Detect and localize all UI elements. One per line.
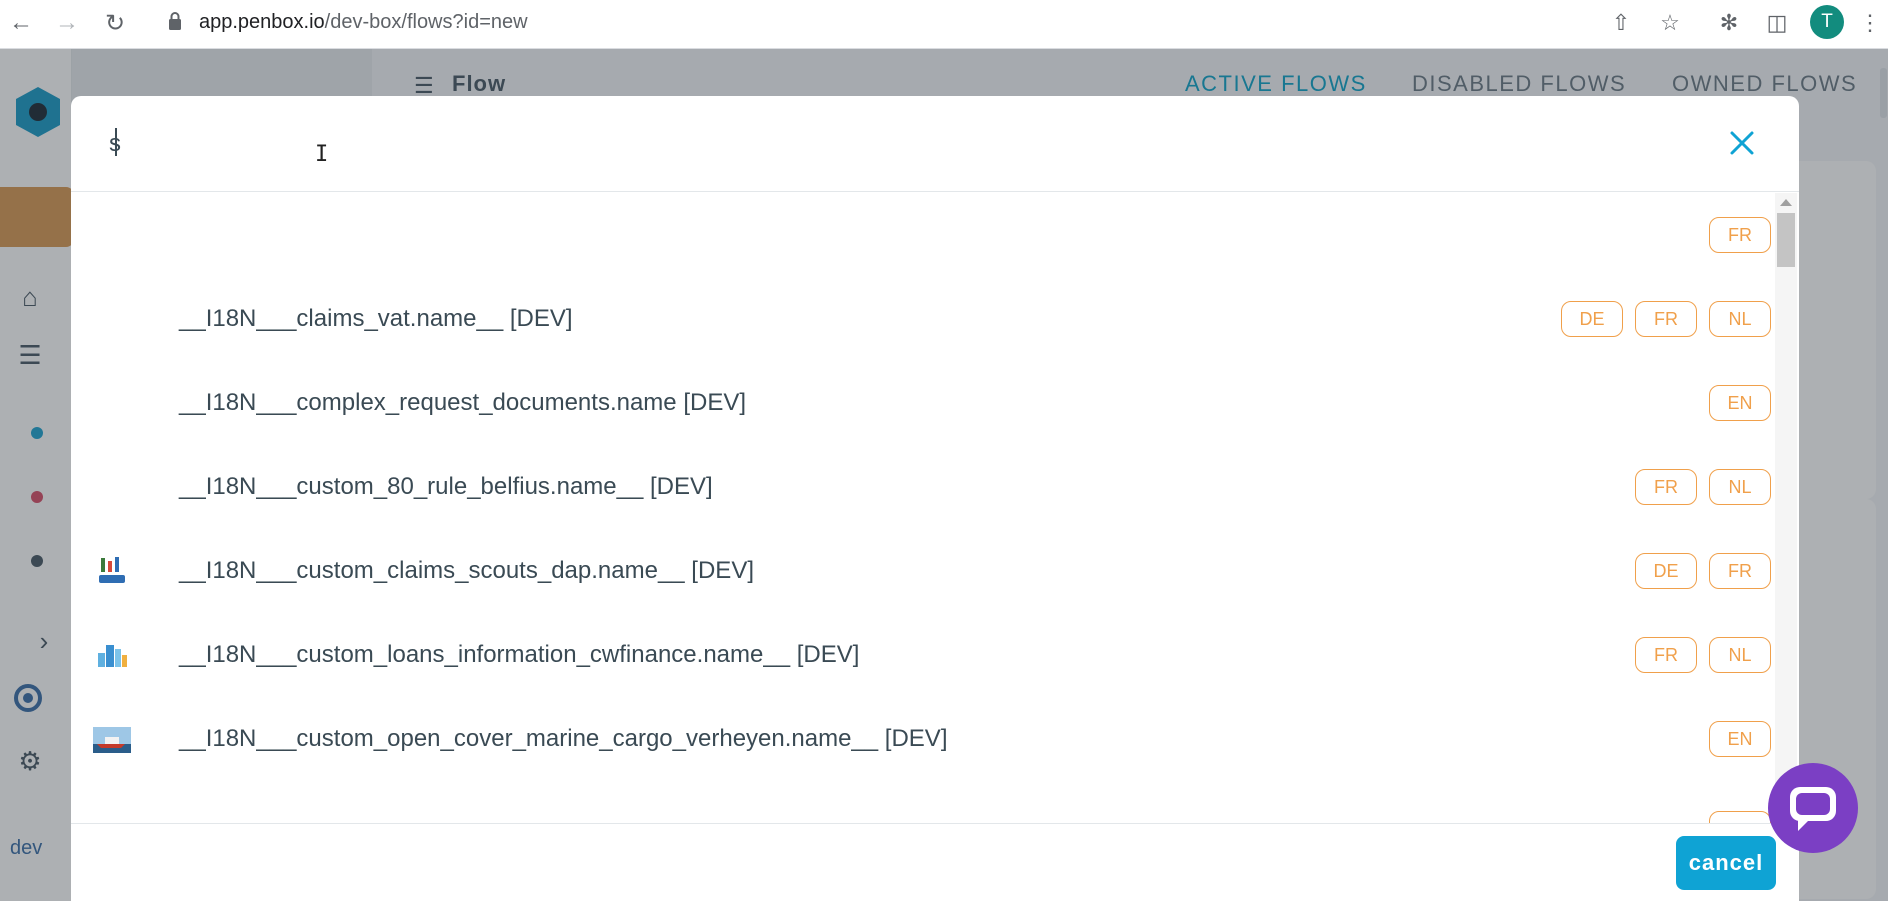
url-host: app.penbox.io [199, 11, 325, 33]
list-item[interactable]: __I18N___custom_open_cover_marine_cargo_… [71, 697, 1771, 781]
language-badges: FR NL [1635, 637, 1771, 673]
chat-support-button[interactable] [1768, 763, 1858, 853]
list-item[interactable]: __I18N___custom_claims_scouts_dap.name__… [71, 529, 1771, 613]
list-item[interactable]: FR [71, 193, 1771, 277]
flow-name: __I18N___custom_claims_scouts_dap.name__… [179, 557, 754, 584]
page-scroll-thumb[interactable] [1880, 68, 1887, 118]
flow-name: __I18N___custom_loans_information_cwfina… [179, 641, 860, 668]
list-item[interactable]: __I18N___custom_loans_information_cwfina… [71, 613, 1771, 697]
forward-icon[interactable]: → [50, 6, 84, 40]
cancel-button[interactable]: cancel [1676, 836, 1776, 890]
language-badge: EN [1709, 385, 1771, 421]
scouts-logo-icon [99, 557, 125, 583]
language-badges: EN [1709, 385, 1771, 421]
search-row: I [71, 96, 1799, 192]
extensions-icon[interactable]: ✻ [1712, 6, 1746, 40]
language-badges: FR NL [1635, 469, 1771, 505]
list-item[interactable]: __I18N___complex_request_documents.name … [71, 361, 1771, 445]
language-badge: DE [1561, 301, 1623, 337]
close-icon [1730, 131, 1754, 155]
flow-name: __I18N___custom_open_cover_marine_cargo_… [179, 725, 948, 752]
language-badge [1709, 811, 1771, 823]
url-path: /dev-box/flows?id=new [324, 11, 528, 33]
language-badge: NL [1709, 469, 1771, 505]
flow-name: __I18N___claims_vat.name__ [DEV] [179, 305, 573, 332]
language-badge: FR [1709, 217, 1771, 253]
language-badges: FR [1709, 217, 1771, 253]
menu-kebab-icon[interactable]: ⋮ [1856, 6, 1884, 40]
reload-icon[interactable]: ↻ [98, 6, 132, 40]
scroll-thumb[interactable] [1777, 213, 1795, 267]
text-caret [115, 128, 117, 156]
profile-initial: T [1821, 11, 1833, 32]
language-badge: NL [1709, 637, 1771, 673]
ship-photo-icon [93, 727, 131, 753]
ibeam-cursor-icon: I [315, 142, 329, 167]
list-item[interactable]: __I18N___custom_80_rule_belfius.name__ [… [71, 445, 1771, 529]
language-badge: EN [1709, 721, 1771, 757]
language-badges: DE FR NL [1561, 301, 1771, 337]
language-badge: FR [1635, 469, 1697, 505]
chat-bubble-icon [1790, 787, 1836, 831]
back-icon[interactable]: ← [4, 6, 38, 40]
scroll-up-arrow-icon[interactable] [1780, 199, 1792, 206]
city-logo-icon [98, 645, 127, 667]
flow-name: __I18N___complex_request_documents.name … [179, 389, 746, 416]
address-bar[interactable]: app.penbox.io/dev-box/flows?id=new [199, 8, 528, 36]
language-badges: EN [1709, 721, 1771, 757]
flow-name: __I18N___custom_80_rule_belfius.name__ [… [179, 473, 713, 500]
flow-search-modal: I FR __I18N___claims_vat.name__ [DEV] DE… [71, 96, 1799, 901]
search-input[interactable] [109, 124, 1609, 164]
browser-toolbar: ← → ↻ app.penbox.io/dev-box/flows?id=new… [0, 0, 1888, 49]
side-panel-icon[interactable]: ◫ [1760, 6, 1794, 40]
language-badge: FR [1709, 553, 1771, 589]
language-badge: FR [1635, 301, 1697, 337]
lock-icon [169, 12, 181, 30]
language-badges: DE FR [1635, 553, 1771, 589]
language-badge: FR [1635, 637, 1697, 673]
modal-footer: cancel [71, 823, 1799, 901]
language-badge: NL [1709, 301, 1771, 337]
list-item[interactable]: __I18N___claims_vat.name__ [DEV] DE FR N… [71, 277, 1771, 361]
flow-results-list: FR __I18N___claims_vat.name__ [DEV] DE F… [71, 193, 1799, 823]
profile-avatar[interactable]: T [1810, 5, 1844, 39]
share-icon[interactable]: ⇧ [1604, 6, 1638, 40]
close-button[interactable] [1721, 122, 1763, 164]
list-scrollbar[interactable] [1775, 193, 1797, 823]
language-badge: DE [1635, 553, 1697, 589]
star-icon[interactable]: ☆ [1653, 6, 1687, 40]
